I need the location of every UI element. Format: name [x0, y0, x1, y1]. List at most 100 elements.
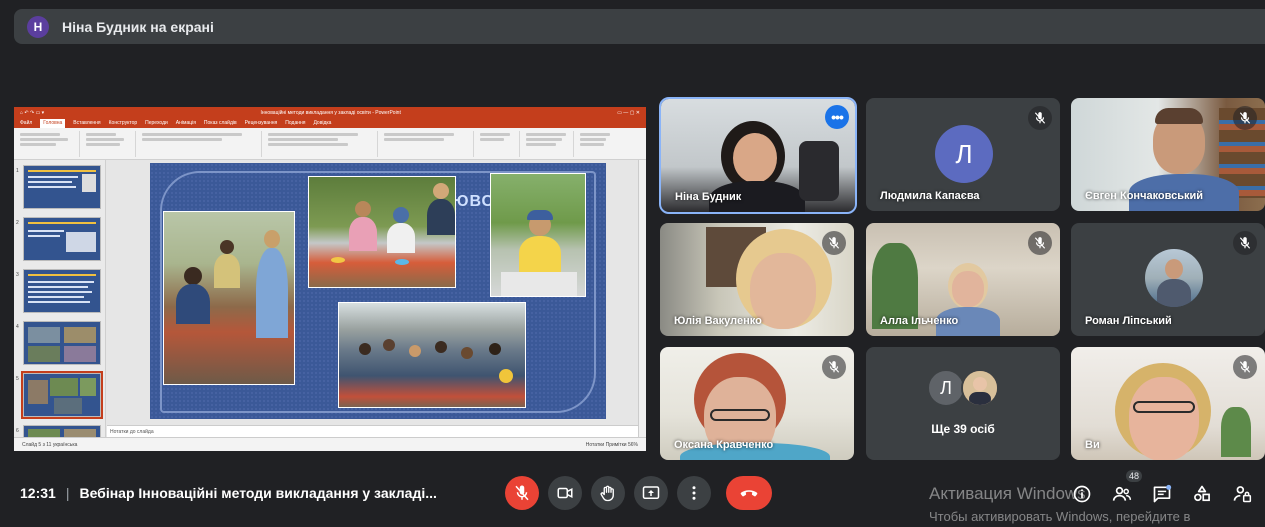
more-participants-label: Ще 39 осіб — [931, 422, 995, 436]
meeting-info: 12:31 | Вебінар Інноваційні методи викла… — [20, 485, 437, 501]
mic-off-icon — [1233, 231, 1257, 255]
mic-off-icon — [822, 355, 846, 379]
more-vert-icon — [692, 486, 696, 500]
current-slide: ЮВС — [150, 163, 606, 419]
clock: 12:31 — [20, 485, 56, 501]
meeting-details-button[interactable] — [1070, 482, 1094, 506]
chat-button[interactable] — [1150, 482, 1174, 506]
present-icon — [642, 486, 660, 499]
menu-item: Переходи — [145, 120, 168, 126]
others-avatar: Л — [927, 369, 965, 407]
menu-item: Подання — [285, 120, 306, 126]
participant-tile-liudmyla[interactable]: Л Людмила Капаєва — [866, 98, 1060, 211]
menu-item: Конструктор — [108, 120, 138, 126]
bottom-bar: 12:31 | Вебінар Інноваційні методи викла… — [0, 466, 1265, 527]
participant-avatar — [1145, 249, 1203, 307]
menu-item: Вставлення — [73, 120, 101, 126]
participant-tile-yevhen[interactable]: Євген Кончаковський — [1071, 98, 1265, 211]
slide-thumbnail[interactable] — [23, 217, 101, 261]
host-controls-button[interactable] — [1230, 482, 1254, 506]
mic-off-icon — [1233, 106, 1257, 130]
end-call-icon — [740, 490, 758, 497]
participant-tile-alla[interactable]: Алла Ільченко — [866, 223, 1060, 336]
slide-editor[interactable]: ЮВС — [107, 160, 638, 437]
participant-name: Людмила Капаєва — [880, 190, 980, 202]
slide-photo — [163, 211, 295, 385]
mic-off-icon — [822, 231, 846, 255]
participant-tile-roman[interactable]: Роман Ліпський — [1071, 223, 1265, 336]
call-controls — [505, 476, 772, 510]
slide-number: 5 — [16, 376, 19, 382]
activities-button[interactable] — [1190, 482, 1214, 506]
participant-name: Євген Кончаковський — [1085, 190, 1204, 202]
camera-icon — [557, 487, 573, 499]
slide-photo — [490, 173, 586, 297]
menu-item: Довідка — [313, 120, 332, 126]
menu-item: Анімація — [175, 120, 196, 126]
menu-item: Показ слайдів — [203, 120, 237, 126]
presenter-banner-text: Ніна Будник на екрані — [62, 18, 214, 35]
participant-name: Оксана Кравченко — [674, 439, 774, 451]
slide-number: 4 — [16, 324, 19, 330]
participants-button[interactable]: 48 — [1110, 470, 1142, 506]
participant-tile-yuliia[interactable]: Юлія Вакуленко — [660, 223, 854, 336]
mic-off-icon — [1233, 355, 1257, 379]
slide-photo — [338, 302, 526, 408]
slide-thumbnail[interactable] — [23, 321, 101, 365]
others-avatar-photo — [961, 369, 999, 407]
more-options-button[interactable] — [677, 476, 711, 510]
participant-tile-nina[interactable]: ••• Ніна Будник — [659, 97, 857, 214]
camera-toggle-button[interactable] — [548, 476, 582, 510]
slide-photo — [308, 176, 456, 288]
slide-thumbnail[interactable] — [23, 269, 101, 313]
slide-notes[interactable]: Нотатки до слайда — [107, 425, 638, 437]
presenter-avatar: Н — [27, 15, 49, 38]
slide-thumbnail[interactable] — [23, 165, 101, 209]
participant-avatar: Л — [935, 125, 993, 183]
slide-thumbnails[interactable]: 1 2 3 4 5 6 — [14, 160, 106, 445]
leave-call-button[interactable] — [726, 476, 772, 510]
menu-item: Файл — [20, 120, 33, 126]
mic-off-icon — [515, 485, 529, 501]
participant-tile-more[interactable]: Л Ще 39 осіб — [866, 347, 1060, 460]
more-options-icon[interactable]: ••• — [825, 105, 849, 129]
participant-tile-oksana[interactable]: Оксана Кравченко — [660, 347, 854, 460]
participant-name: Юлія Вакуленко — [674, 315, 762, 327]
slide-number: 3 — [16, 272, 19, 278]
presenter-banner: Н Ніна Будник на екрані — [14, 9, 1265, 44]
chat-icon — [1153, 484, 1172, 503]
participant-name: Алла Ільченко — [880, 315, 959, 327]
slide-thumbnail-selected[interactable] — [21, 371, 103, 419]
windows-activation-title: Активация Windows — [929, 484, 1086, 503]
powerpoint-ribbon — [14, 128, 646, 160]
slide-number: 1 — [16, 168, 19, 174]
slide-title-fragment: ЮВС — [452, 193, 494, 210]
powerpoint-menu: Файл Головна Вставлення Конструктор Пере… — [14, 119, 646, 128]
others-avatars: Л — [866, 369, 1060, 407]
info-icon — [1073, 485, 1091, 503]
participant-tile-self[interactable]: Ви — [1071, 347, 1265, 460]
hand-icon — [600, 485, 614, 502]
participant-name: Ніна Будник — [675, 191, 742, 203]
mic-off-icon — [1028, 231, 1052, 255]
present-screen-button[interactable] — [634, 476, 668, 510]
activities-icon — [1194, 485, 1210, 502]
lock-person-icon — [1233, 486, 1252, 503]
people-icon — [1112, 486, 1132, 501]
participants-count-badge: 48 — [1125, 470, 1142, 482]
status-left: Слайд 5 з 11 українська — [22, 442, 78, 448]
divider: | — [65, 485, 70, 501]
participant-name: Ви — [1085, 439, 1100, 451]
slide-number: 6 — [16, 428, 19, 434]
participant-name: Роман Ліпський — [1085, 315, 1172, 327]
vertical-scrollbar[interactable] — [638, 160, 646, 437]
menu-item: Головна — [40, 119, 66, 128]
slide-number: 2 — [16, 220, 19, 226]
mic-toggle-button[interactable] — [505, 476, 539, 510]
menu-item: Рецензування — [244, 120, 278, 126]
status-right: Нотатки Примітки 56% — [585, 442, 638, 448]
shared-screen[interactable]: ⌂ ↶ ↷ ▭ ▾ Інноваційні методи викладання … — [14, 107, 646, 451]
raise-hand-button[interactable] — [591, 476, 625, 510]
side-panel-controls: 48 — [1070, 470, 1254, 506]
meeting-title: Вебінар Інноваційні методи викладання у … — [79, 485, 437, 501]
